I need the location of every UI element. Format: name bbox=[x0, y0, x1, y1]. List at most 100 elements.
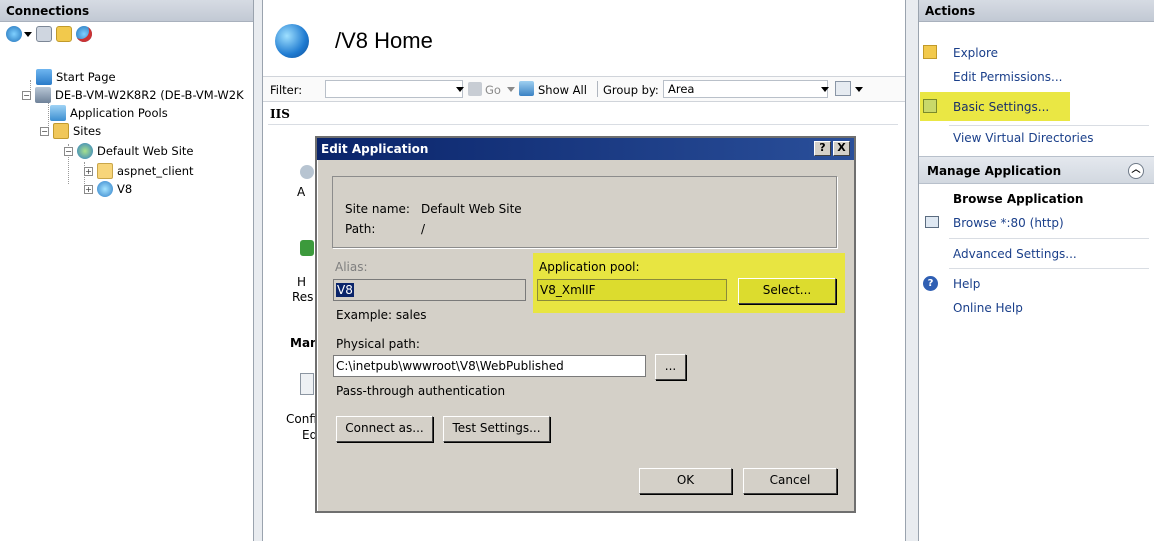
filter-input[interactable] bbox=[325, 80, 463, 98]
action-view-virtual-directories[interactable]: View Virtual Directories bbox=[919, 127, 1154, 149]
physical-path-label: Physical path: bbox=[336, 337, 420, 351]
connect-as-button[interactable]: Connect as... bbox=[336, 416, 433, 442]
connections-header: Connections bbox=[0, 0, 253, 22]
example-text: Example: sales bbox=[336, 308, 427, 322]
action-edit-permissions[interactable]: Edit Permissions... bbox=[919, 66, 1154, 88]
action-explore[interactable]: Explore bbox=[919, 42, 1154, 64]
tree-item-application-pools[interactable]: Application Pools bbox=[50, 104, 168, 122]
test-settings-button[interactable]: Test Settings... bbox=[443, 416, 550, 442]
close-button[interactable]: X bbox=[833, 141, 850, 156]
sites-folder-icon bbox=[53, 123, 69, 139]
browse-icon bbox=[925, 216, 939, 228]
action-browse-80[interactable]: Browse *:80 (http) bbox=[919, 212, 1154, 234]
dialog-title-bar[interactable]: Edit Application bbox=[317, 138, 854, 160]
path-label: Path: bbox=[345, 222, 376, 236]
up-folder-icon[interactable] bbox=[56, 26, 72, 42]
alias-value: V8 bbox=[336, 283, 354, 297]
chevron-down-icon[interactable] bbox=[456, 87, 464, 92]
tree-item-server[interactable]: − DE-B-VM-W2K8R2 (DE-B-VM-W2K bbox=[22, 86, 244, 104]
go-button[interactable]: Go bbox=[485, 83, 501, 97]
basic-settings-icon bbox=[923, 99, 937, 113]
site-name-label: Site name: bbox=[345, 202, 410, 216]
save-icon[interactable] bbox=[36, 26, 52, 42]
advanced-settings-link[interactable]: Advanced Settings... bbox=[953, 243, 1077, 265]
tree-item-label: Application Pools bbox=[70, 106, 168, 120]
expand-icon[interactable]: + bbox=[84, 184, 93, 194]
tree-item-sites[interactable]: − Sites bbox=[40, 122, 101, 140]
tree-item-default-web-site[interactable]: − Default Web Site bbox=[64, 142, 193, 160]
divider bbox=[268, 124, 898, 125]
feature-label-partial: Res bbox=[292, 290, 314, 304]
folder-icon bbox=[97, 163, 113, 179]
chevron-down-icon[interactable] bbox=[507, 87, 515, 92]
toolbar-separator bbox=[597, 81, 598, 97]
application-icon bbox=[97, 181, 113, 197]
chevron-up-icon[interactable]: ︿ bbox=[1128, 163, 1144, 179]
iis-section-header: IIS bbox=[270, 107, 290, 121]
chevron-down-icon[interactable] bbox=[821, 87, 829, 92]
browse-80-link[interactable]: Browse *:80 (http) bbox=[953, 212, 1064, 234]
feature-icon[interactable] bbox=[300, 240, 314, 256]
select-button[interactable]: Select... bbox=[738, 278, 836, 304]
chevron-down-icon[interactable] bbox=[24, 31, 32, 37]
tree-item-v8[interactable]: + V8 bbox=[84, 180, 132, 198]
browse-application-group: Browse Application bbox=[919, 188, 1154, 210]
tree-item-label: DE-B-VM-W2K8R2 (DE-B-VM-W2K bbox=[55, 88, 244, 102]
physical-path-input[interactable]: C:\inetpub\wwwroot\V8\WebPublished bbox=[333, 355, 646, 377]
tree-item-start-page[interactable]: Start Page bbox=[36, 68, 116, 86]
feature-icon[interactable] bbox=[300, 165, 314, 179]
collapse-icon[interactable]: − bbox=[40, 126, 49, 136]
tree-item-label: Sites bbox=[73, 124, 102, 138]
collapse-icon[interactable]: − bbox=[64, 146, 73, 156]
actions-panel: Actions Explore Edit Permissions... Basi… bbox=[919, 0, 1154, 541]
application-globe-icon bbox=[275, 24, 309, 58]
explore-link[interactable]: Explore bbox=[953, 42, 998, 64]
view-icon[interactable] bbox=[835, 81, 851, 96]
disconnect-icon[interactable] bbox=[76, 26, 92, 42]
dialog-title: Edit Application bbox=[321, 142, 429, 156]
group-by-select[interactable]: Area bbox=[663, 80, 828, 98]
action-help[interactable]: ? Help bbox=[919, 273, 1154, 295]
show-all-icon bbox=[519, 81, 534, 96]
basic-settings-link[interactable]: Basic Settings... bbox=[953, 96, 1049, 118]
manage-application-header: Manage Application bbox=[927, 164, 1062, 178]
divider bbox=[949, 238, 1149, 239]
group-by-value: Area bbox=[668, 82, 695, 96]
server-icon bbox=[35, 87, 51, 103]
app-pool-label: Application pool: bbox=[539, 260, 640, 274]
browse-button[interactable]: ... bbox=[655, 354, 686, 380]
expand-icon[interactable]: + bbox=[84, 166, 93, 176]
help-button[interactable]: ? bbox=[814, 141, 831, 156]
connections-panel: Connections Start Page − DE-B-VM-W2K8R2 … bbox=[0, 0, 254, 541]
show-all-button[interactable]: Show All bbox=[538, 83, 587, 97]
chevron-down-icon[interactable] bbox=[855, 87, 863, 92]
alias-input[interactable]: V8 bbox=[333, 279, 526, 301]
application-pools-icon bbox=[50, 105, 66, 121]
action-basic-settings[interactable]: Basic Settings... bbox=[919, 96, 1154, 118]
manage-application-section: Manage Application ︿ bbox=[919, 156, 1154, 184]
cancel-button[interactable]: Cancel bbox=[743, 468, 837, 494]
view-virtual-directories-link[interactable]: View Virtual Directories bbox=[953, 127, 1094, 149]
tree-item-aspnet-client[interactable]: + aspnet_client bbox=[84, 162, 194, 180]
edit-permissions-link[interactable]: Edit Permissions... bbox=[953, 66, 1062, 88]
start-page-icon bbox=[36, 69, 52, 85]
action-online-help[interactable]: Online Help bbox=[919, 297, 1154, 319]
tree-item-label: Start Page bbox=[56, 70, 116, 84]
explore-folder-icon bbox=[923, 45, 937, 59]
collapse-icon[interactable]: − bbox=[22, 90, 31, 100]
globe-icon bbox=[77, 143, 93, 159]
alias-label: Alias: bbox=[335, 260, 368, 274]
ok-button[interactable]: OK bbox=[639, 468, 732, 494]
splitter-right[interactable] bbox=[905, 0, 919, 541]
splitter-left[interactable] bbox=[254, 0, 263, 541]
help-link[interactable]: Help bbox=[953, 273, 980, 295]
action-advanced-settings[interactable]: Advanced Settings... bbox=[919, 243, 1154, 265]
config-editor-icon[interactable] bbox=[300, 373, 314, 395]
online-help-link[interactable]: Online Help bbox=[953, 297, 1023, 319]
help-icon: ? bbox=[923, 276, 938, 291]
path-value: / bbox=[421, 222, 426, 236]
connect-globe-icon[interactable] bbox=[6, 26, 22, 42]
app-pool-value: V8_XmlIF bbox=[540, 283, 596, 297]
app-pool-input[interactable]: V8_XmlIF bbox=[537, 279, 727, 301]
feature-label-partial: A bbox=[297, 185, 306, 199]
